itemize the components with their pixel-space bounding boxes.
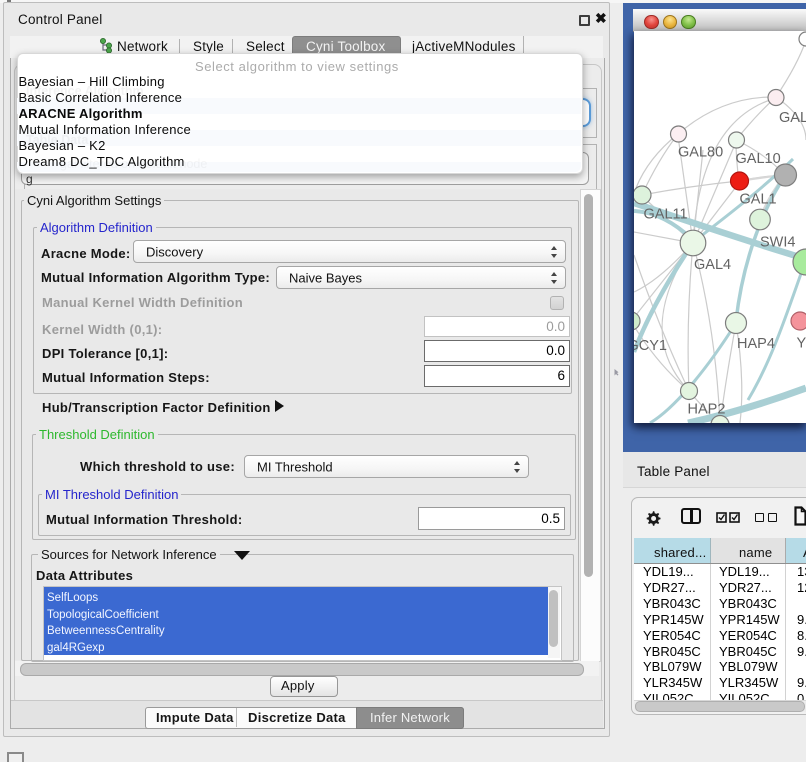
svg-text:GAL4: GAL4 bbox=[694, 257, 731, 273]
svg-text:GAL80: GAL80 bbox=[678, 145, 723, 161]
svg-text:HAP4: HAP4 bbox=[737, 336, 775, 352]
svg-text:GAL: GAL bbox=[779, 110, 806, 126]
svg-text:HAP2: HAP2 bbox=[688, 402, 726, 418]
svg-text:GCY1: GCY1 bbox=[634, 338, 667, 354]
svg-text:GAL11: GAL11 bbox=[644, 207, 688, 223]
svg-text:SWI4: SWI4 bbox=[760, 235, 795, 251]
svg-text:GAL1: GAL1 bbox=[740, 192, 777, 208]
svg-text:Y: Y bbox=[797, 336, 806, 352]
svg-text:GAL10: GAL10 bbox=[736, 151, 781, 167]
